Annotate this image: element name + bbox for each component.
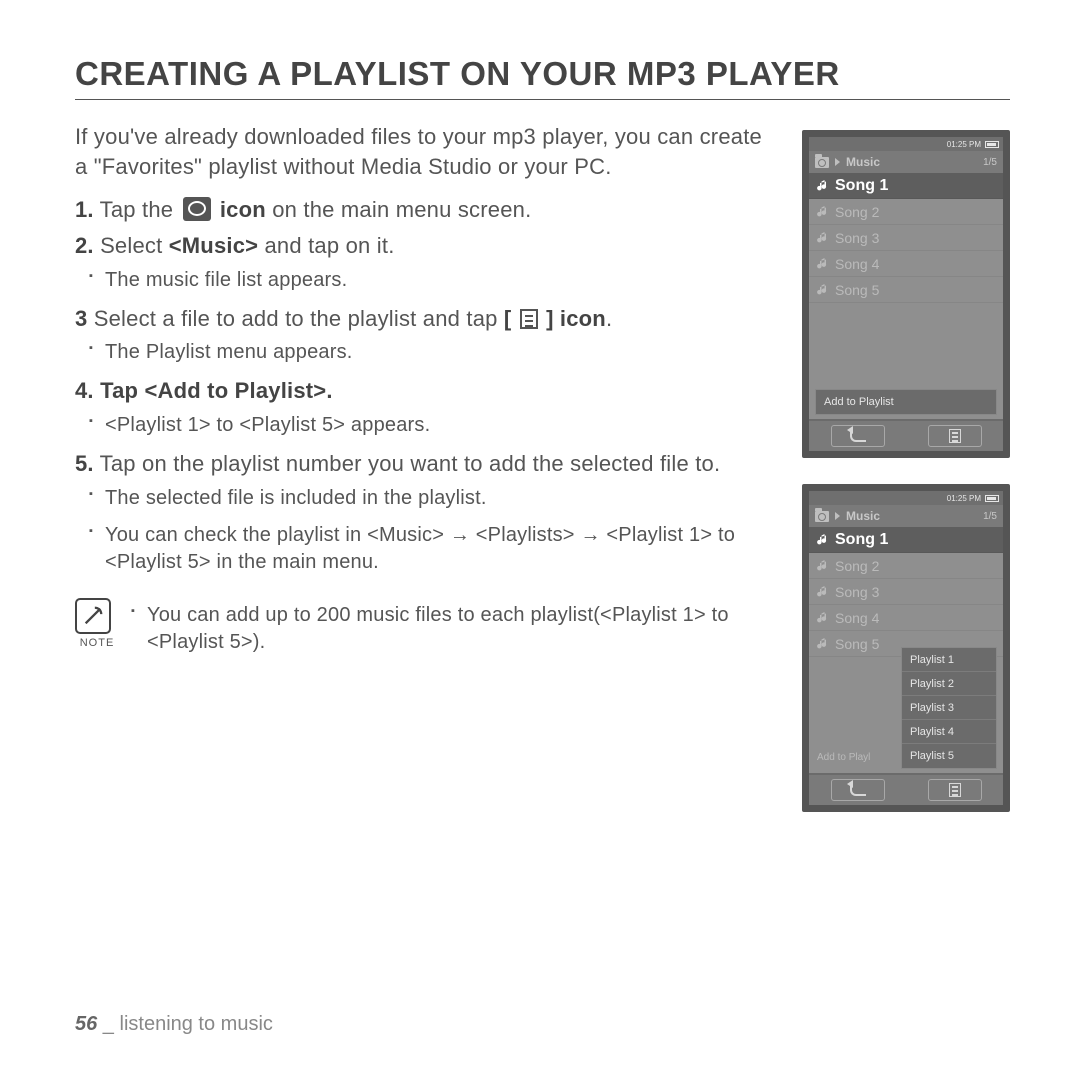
playlist-select-menu: Playlist 1 Playlist 2 Playlist 3 Playlis…: [901, 647, 997, 769]
music-note-icon: [817, 534, 829, 546]
device-header: Music 1/5: [809, 151, 1003, 173]
menu-button[interactable]: [928, 425, 982, 447]
playlist-option[interactable]: Playlist 3: [902, 696, 996, 720]
playlist-option[interactable]: Playlist 1: [902, 648, 996, 672]
instruction-column: If you've already downloaded files to yo…: [75, 122, 778, 838]
note-row: NOTE You can add up to 200 music files t…: [75, 598, 778, 666]
folder-search-icon: [815, 511, 829, 522]
menu-button[interactable]: [928, 779, 982, 801]
song-row-selected[interactable]: Song 1: [809, 173, 1003, 199]
step-4: 4. Tap <Add to Playlist>.: [75, 376, 778, 406]
device-navbar: [809, 773, 1003, 805]
status-bar: 01:25 PM: [809, 137, 1003, 151]
song-row[interactable]: Song 4: [809, 605, 1003, 631]
song-row-selected[interactable]: Song 1: [809, 527, 1003, 553]
step-5-sub2: You can check the playlist in <Music> → …: [105, 522, 778, 576]
step-2: 2. Select <Music> and tap on it.: [75, 231, 778, 261]
music-note-icon: [817, 258, 829, 270]
music-note-icon: [817, 638, 829, 650]
step-4-sub: <Playlist 1> to <Playlist 5> appears.: [105, 412, 778, 439]
breadcrumb-arrow-icon: [835, 158, 840, 166]
note-icon: [75, 598, 111, 634]
song-row[interactable]: Song 3: [809, 579, 1003, 605]
back-arrow-icon: [850, 784, 866, 796]
song-row[interactable]: Song 4: [809, 251, 1003, 277]
step-5-sub1: The selected file is included in the pla…: [105, 485, 778, 512]
song-row[interactable]: Song 2: [809, 553, 1003, 579]
intro-text: If you've already downloaded files to yo…: [75, 122, 778, 181]
battery-icon: [985, 495, 999, 502]
device-screenshot-1: 01:25 PM Music 1/5 Song 1 Song 2 Song 3: [802, 130, 1010, 458]
note-text: You can add up to 200 music files to eac…: [147, 602, 778, 656]
header-label: Music: [846, 155, 880, 169]
menu-list-icon: [949, 783, 961, 797]
playlist-option[interactable]: Playlist 4: [902, 720, 996, 744]
music-note-icon: [817, 612, 829, 624]
back-button[interactable]: [831, 779, 885, 801]
menu-icon: [520, 309, 538, 329]
page-count: 1/5: [983, 157, 997, 168]
breadcrumb-arrow-icon: [835, 512, 840, 520]
music-note-icon: [817, 586, 829, 598]
song-row[interactable]: Song 3: [809, 225, 1003, 251]
page-count: 1/5: [983, 511, 997, 522]
page-title: CREATING A PLAYLIST ON YOUR MP3 PLAYER: [75, 55, 1010, 100]
device-navbar: [809, 419, 1003, 451]
music-note-icon: [817, 284, 829, 296]
folder-search-icon: [815, 157, 829, 168]
step-2-sub: The music file list appears.: [105, 267, 778, 294]
back-arrow-icon: [850, 430, 866, 442]
step-1: 1. Tap the icon on the main menu screen.: [75, 195, 778, 225]
add-to-playlist-label-behind: Add to Playl: [815, 745, 907, 769]
step-3-sub: The Playlist menu appears.: [105, 339, 778, 366]
status-time: 01:25 PM: [947, 140, 981, 149]
note-label: NOTE: [75, 636, 119, 651]
device-header: Music 1/5: [809, 505, 1003, 527]
battery-icon: [985, 141, 999, 148]
music-note-icon: [817, 560, 829, 572]
header-label: Music: [846, 509, 880, 523]
step-5: 5. Tap on the playlist number you want t…: [75, 449, 778, 479]
music-note-icon: [817, 180, 829, 192]
back-button[interactable]: [831, 425, 885, 447]
playlist-option[interactable]: Playlist 5: [902, 744, 996, 768]
section-name: listening to music: [120, 1013, 273, 1035]
add-to-playlist-popup[interactable]: Add to Playlist: [815, 389, 997, 415]
status-bar: 01:25 PM: [809, 491, 1003, 505]
music-note-icon: [817, 206, 829, 218]
device-screenshot-2: 01:25 PM Music 1/5 Song 1 Song 2 Song 3: [802, 484, 1010, 812]
playlist-option[interactable]: Playlist 2: [902, 672, 996, 696]
file-browser-icon: [183, 197, 211, 221]
song-row[interactable]: Song 5: [809, 277, 1003, 303]
step-3: 3 Select a file to add to the playlist a…: [75, 304, 778, 334]
song-row[interactable]: Song 2: [809, 199, 1003, 225]
menu-list-icon: [949, 429, 961, 443]
page-number: 56: [75, 1013, 97, 1035]
status-time: 01:25 PM: [947, 494, 981, 503]
page-footer: 56 _ listening to music: [75, 1013, 273, 1036]
music-note-icon: [817, 232, 829, 244]
